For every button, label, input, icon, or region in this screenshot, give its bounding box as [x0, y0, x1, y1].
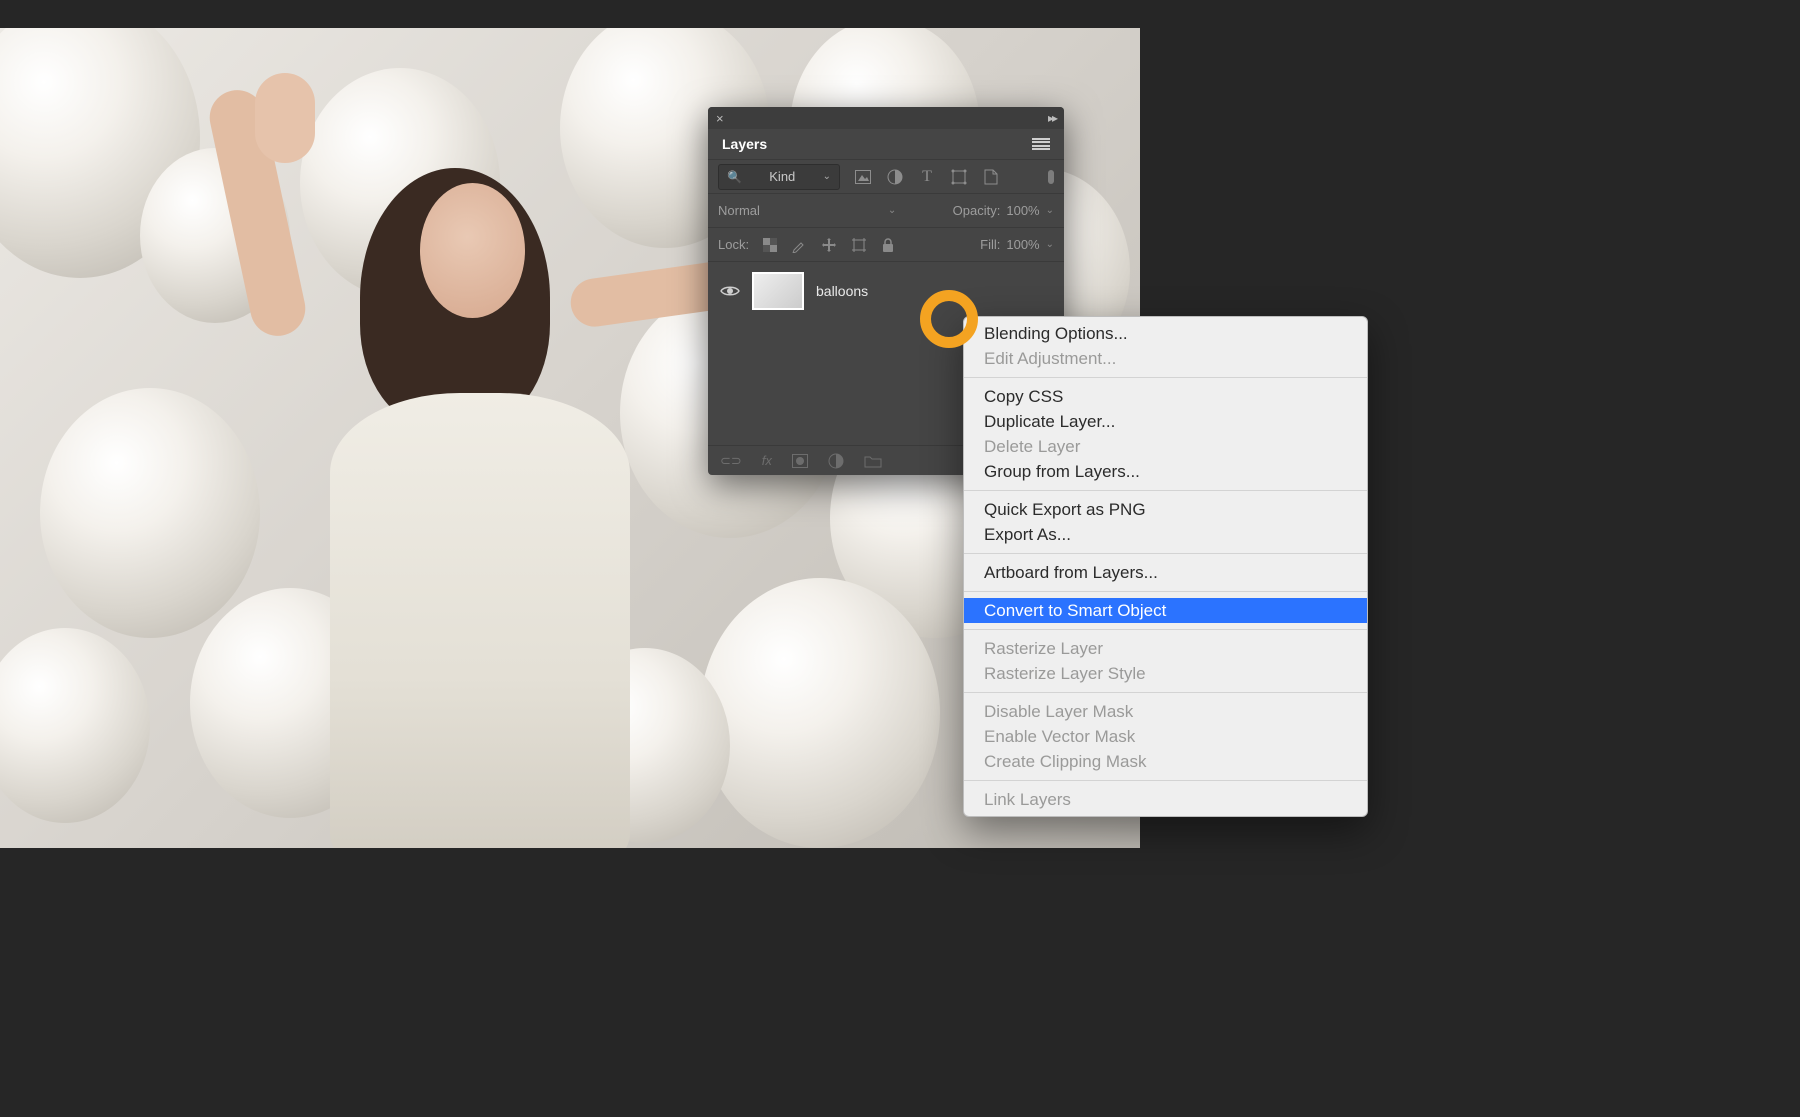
- lock-all-icon[interactable]: [881, 237, 895, 253]
- search-icon: 🔍: [727, 170, 742, 184]
- folder-icon[interactable]: [864, 454, 882, 468]
- fill-label: Fill:: [980, 237, 1000, 252]
- chevron-down-icon: ⌄: [823, 171, 831, 182]
- blend-mode-value: Normal: [718, 203, 760, 218]
- filter-type-icon[interactable]: T: [918, 168, 936, 186]
- chevron-down-icon: ⌄: [1046, 239, 1054, 250]
- chevron-down-icon: ⌄: [1046, 205, 1054, 216]
- ctx-separator: [964, 629, 1367, 630]
- layer-thumbnail[interactable]: [752, 272, 804, 310]
- link-layers-icon[interactable]: ⊂⊃: [720, 453, 742, 469]
- filter-kind-label: Kind: [769, 169, 795, 184]
- filter-smart-icon[interactable]: [982, 168, 1000, 186]
- ctx-item[interactable]: Duplicate Layer...: [964, 409, 1367, 434]
- panel-menu-button[interactable]: [1032, 138, 1050, 150]
- ctx-item: Disable Layer Mask: [964, 699, 1367, 724]
- panel-close-button[interactable]: ×: [716, 111, 724, 126]
- ctx-item[interactable]: Blending Options...: [964, 321, 1367, 346]
- layer-context-menu: Blending Options...Edit Adjustment... Cop…: [963, 316, 1368, 817]
- ctx-item[interactable]: Group from Layers...: [964, 459, 1367, 484]
- layers-tab[interactable]: Layers: [722, 136, 767, 152]
- ctx-separator: [964, 780, 1367, 781]
- opacity-control[interactable]: Opacity: 100% ⌄: [953, 203, 1054, 218]
- ctx-item[interactable]: Artboard from Layers...: [964, 560, 1367, 585]
- filter-pixel-icon[interactable]: [854, 168, 872, 186]
- panel-collapse-button[interactable]: ▸▸: [1048, 111, 1056, 125]
- lock-move-icon[interactable]: [821, 237, 837, 253]
- fill-value: 100%: [1006, 237, 1039, 252]
- filter-toggle[interactable]: [1048, 170, 1054, 184]
- lock-transparency-icon[interactable]: [763, 238, 777, 252]
- ctx-item: Rasterize Layer Style: [964, 661, 1367, 686]
- lock-artboard-icon[interactable]: [851, 237, 867, 253]
- opacity-label: Opacity:: [953, 203, 1001, 218]
- lock-label: Lock:: [718, 237, 749, 252]
- ctx-item[interactable]: Quick Export as PNG: [964, 497, 1367, 522]
- chevron-down-icon: ⌄: [888, 205, 896, 216]
- ctx-item[interactable]: Copy CSS: [964, 384, 1367, 409]
- blend-mode-select[interactable]: Normal ⌄: [718, 203, 896, 218]
- ctx-separator: [964, 591, 1367, 592]
- ctx-item: Edit Adjustment...: [964, 346, 1367, 371]
- ctx-item: Link Layers: [964, 787, 1367, 812]
- ctx-item: Create Clipping Mask: [964, 749, 1367, 774]
- ctx-separator: [964, 553, 1367, 554]
- ctx-separator: [964, 692, 1367, 693]
- visibility-toggle-icon[interactable]: [720, 284, 740, 298]
- filter-kind-select[interactable]: 🔍 Kind ⌄: [718, 164, 840, 190]
- layer-name[interactable]: balloons: [816, 283, 868, 299]
- ctx-separator: [964, 490, 1367, 491]
- ctx-item: Enable Vector Mask: [964, 724, 1367, 749]
- filter-adjust-icon[interactable]: [886, 168, 904, 186]
- lock-paint-icon[interactable]: [791, 237, 807, 253]
- ctx-item[interactable]: Convert to Smart Object: [964, 598, 1367, 623]
- opacity-value: 100%: [1006, 203, 1039, 218]
- mask-icon[interactable]: [792, 454, 808, 468]
- fill-control[interactable]: Fill: 100% ⌄: [980, 237, 1054, 252]
- ctx-item: Rasterize Layer: [964, 636, 1367, 661]
- filter-shape-icon[interactable]: [950, 168, 968, 186]
- layer-row[interactable]: balloons: [708, 266, 1064, 316]
- ctx-item[interactable]: Export As...: [964, 522, 1367, 547]
- ctx-separator: [964, 377, 1367, 378]
- fx-icon[interactable]: fx: [762, 453, 772, 468]
- ctx-item: Delete Layer: [964, 434, 1367, 459]
- adjustment-icon[interactable]: [828, 453, 844, 469]
